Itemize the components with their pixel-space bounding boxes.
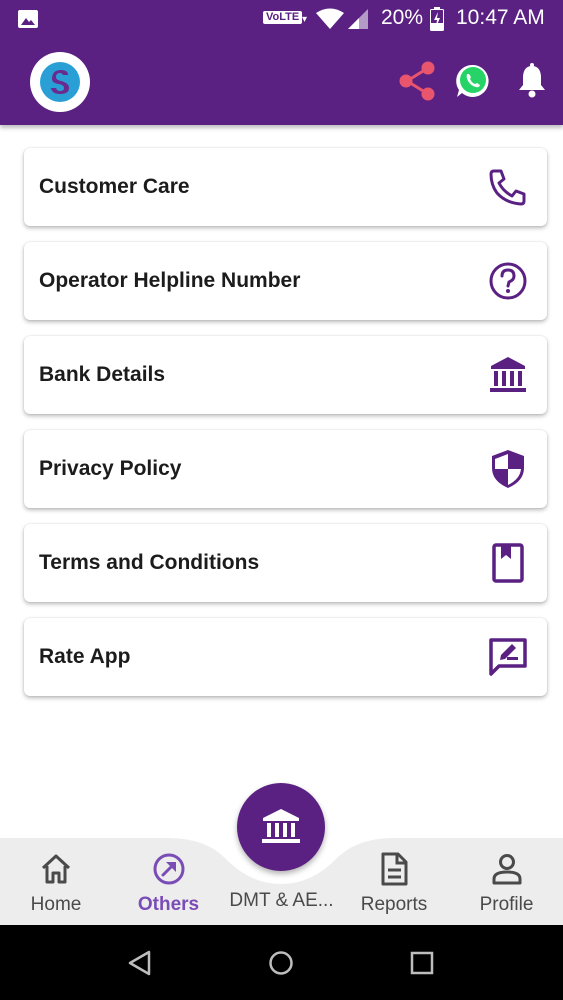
nav-profile[interactable]: Profile bbox=[450, 838, 563, 925]
system-navigation-bar bbox=[0, 925, 563, 1000]
signal-icon bbox=[348, 9, 368, 29]
nav-label: DMT & AE... bbox=[229, 890, 334, 911]
others-arrow-icon bbox=[152, 853, 186, 885]
rate-feedback-icon bbox=[487, 636, 529, 678]
recents-icon[interactable] bbox=[410, 951, 434, 975]
share-icon[interactable] bbox=[398, 60, 436, 102]
menu-item-label: Privacy Policy bbox=[39, 457, 182, 480]
bank-icon bbox=[487, 354, 529, 396]
back-icon[interactable] bbox=[128, 950, 152, 976]
bank-details-item[interactable]: Bank Details bbox=[24, 336, 547, 414]
screen: VoLTE ▾ 20% 10:47 AM Customer Care Opera… bbox=[0, 0, 563, 1000]
app-logo[interactable] bbox=[30, 52, 90, 112]
gallery-notification-icon bbox=[18, 10, 38, 28]
nav-home[interactable]: Home bbox=[0, 838, 112, 925]
phone-icon bbox=[487, 166, 529, 208]
shield-icon bbox=[487, 448, 529, 490]
bell-icon[interactable] bbox=[516, 63, 548, 99]
app-bar bbox=[0, 38, 563, 125]
home-circle-icon[interactable] bbox=[268, 950, 294, 976]
battery-charging-icon bbox=[430, 7, 444, 31]
nav-label: Others bbox=[137, 894, 200, 915]
data-arrow-icon: ▾ bbox=[302, 14, 308, 25]
menu-item-label: Bank Details bbox=[39, 363, 166, 386]
battery-percent: 20% bbox=[381, 6, 424, 29]
customer-care-item[interactable]: Customer Care bbox=[24, 148, 547, 226]
dmt-fab-button[interactable] bbox=[237, 783, 325, 871]
nav-label: Home bbox=[30, 894, 82, 915]
rate-app-item[interactable]: Rate App bbox=[24, 618, 547, 696]
logo-icon bbox=[40, 62, 80, 102]
home-icon bbox=[39, 853, 73, 885]
status-bar: VoLTE ▾ 20% 10:47 AM bbox=[0, 0, 563, 38]
help-circle-icon bbox=[487, 260, 529, 302]
volte-badge: VoLTE bbox=[263, 11, 303, 24]
menu-item-label: Terms and Conditions bbox=[39, 551, 260, 574]
person-icon bbox=[491, 853, 523, 885]
document-icon bbox=[380, 852, 408, 886]
nav-others[interactable]: Others bbox=[112, 838, 225, 925]
status-clock: 10:47 AM bbox=[456, 6, 545, 29]
bank-icon bbox=[262, 809, 300, 843]
menu-item-label: Rate App bbox=[39, 645, 131, 668]
menu-item-label: Customer Care bbox=[39, 175, 190, 198]
nav-reports[interactable]: Reports bbox=[338, 838, 450, 925]
wifi-icon bbox=[316, 8, 344, 29]
whatsapp-icon[interactable] bbox=[455, 63, 491, 99]
menu-item-label: Operator Helpline Number bbox=[39, 269, 301, 292]
terms-conditions-item[interactable]: Terms and Conditions bbox=[24, 524, 547, 602]
nav-label: Profile bbox=[479, 894, 534, 915]
menu-list: Customer Care Operator Helpline Number B… bbox=[0, 125, 563, 703]
privacy-policy-item[interactable]: Privacy Policy bbox=[24, 430, 547, 508]
operator-helpline-item[interactable]: Operator Helpline Number bbox=[24, 242, 547, 320]
book-icon bbox=[487, 542, 529, 584]
nav-label: Reports bbox=[360, 894, 428, 915]
